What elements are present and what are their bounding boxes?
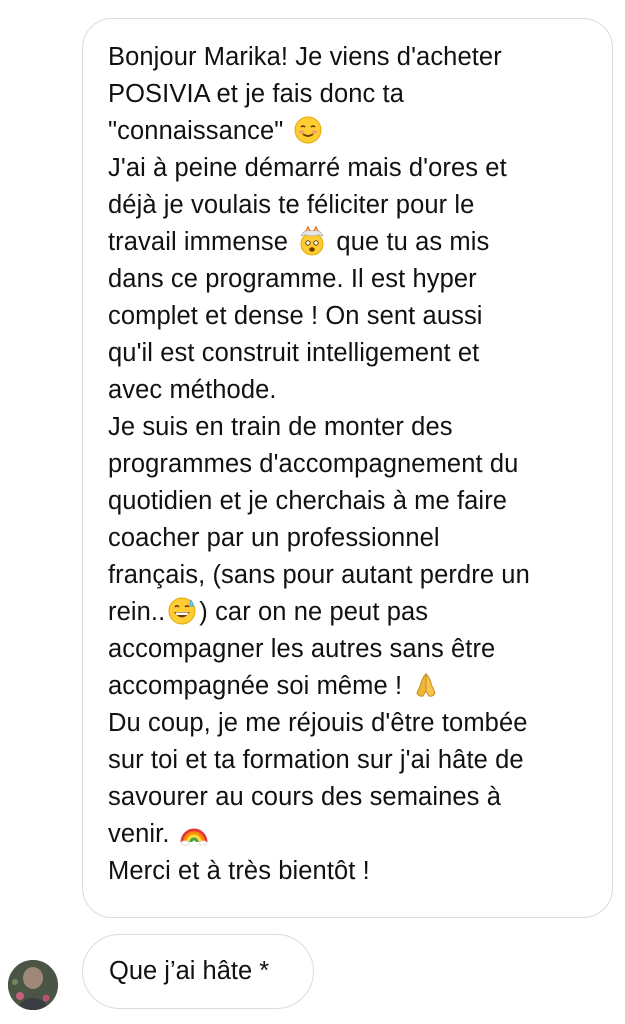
message-line: Je suis en train de monter des [108,409,594,446]
grinning-sweat-icon [168,597,196,625]
message-line: Bonjour Marika! Je viens d'acheter [108,39,594,76]
message-text: coacher par un professionnel [108,524,440,552]
reply-message-text: Que j’ai hâte * [109,957,270,985]
message-line: travail immense que tu as mis [108,224,594,261]
message-text: programmes d'accompagnement du [108,450,519,478]
message-text: ) car on ne peut pas [199,598,429,626]
message-line: venir. [108,816,594,853]
message-line: déjà je voulais te féliciter pour le [108,187,594,224]
message-text: travail immense [108,228,296,256]
message-line: programmes d'accompagnement du [108,446,594,483]
message-text: dans ce programme. Il est hyper [108,265,477,293]
message-text: POSIVIA et je fais donc ta [108,80,405,108]
avatar[interactable] [8,960,58,1010]
message-line: "connaissance" [108,113,594,150]
message-text: avec méthode. [108,376,277,404]
message-text: accompagner les autres sans être [108,635,496,663]
message-line: J'ai à peine démarré mais d'ores et [108,150,594,187]
message-line: quotidien et je cherchais à me faire [108,483,594,520]
message-line: qu'il est construit intelligement et [108,335,594,372]
message-line: dans ce programme. Il est hyper [108,261,594,298]
reply-message-bubble[interactable]: Que j’ai hâte * [82,934,314,1009]
message-line: rein.. ) car on ne peut pas [108,594,594,631]
message-text: savourer au cours des semaines à [108,783,501,811]
profile-photo-icon [8,960,58,1010]
message-text: rein.. [108,598,166,626]
message-text: déjà je voulais te féliciter pour le [108,191,475,219]
message-text: J'ai à peine démarré mais d'ores et [108,154,507,182]
message-text: qu'il est construit intelligement et [108,339,480,367]
message-text: complet et dense ! On sent aussi [108,302,483,330]
message-text: sur toi et ta formation sur j'ai hâte de [108,746,524,774]
message-text: Merci et à très bientôt ! [108,857,370,885]
message-text: français, (sans pour autant perdre un [108,561,530,589]
message-line: accompagnée soi même ! [108,668,594,705]
message-text: Je suis en train de monter des [108,413,453,441]
exploding-head-icon [300,226,325,256]
message-text: "connaissance" [108,117,291,145]
message-line: avec méthode. [108,372,594,409]
message-text: Du coup, je me réjouis d'être tombée [108,709,528,737]
message-line: français, (sans pour autant perdre un [108,557,594,594]
message-text: quotidien et je cherchais à me faire [108,487,508,515]
message-text: accompagnée soi même ! [108,672,410,700]
message-line: Merci et à très bientôt ! [108,853,594,890]
message-text: Bonjour Marika! Je viens d'acheter [108,43,502,71]
message-line: savourer au cours des semaines à [108,779,594,816]
rainbow-icon [180,828,208,846]
message-line: complet et dense ! On sent aussi [108,298,594,335]
message-text: venir. [108,820,177,848]
incoming-message-bubble[interactable]: Bonjour Marika! Je viens d'acheter POSIVI… [82,18,613,918]
message-line: sur toi et ta formation sur j'ai hâte de [108,742,594,779]
message-line: coacher par un professionnel [108,520,594,557]
message-line: POSIVIA et je fais donc ta [108,76,594,113]
message-line: accompagner les autres sans être [108,631,594,668]
message-line: Du coup, je me réjouis d'être tombée [108,705,594,742]
message-text: que tu as mis [329,228,490,256]
folded-hands-icon [416,672,436,697]
smiling-face-icon [294,116,322,144]
